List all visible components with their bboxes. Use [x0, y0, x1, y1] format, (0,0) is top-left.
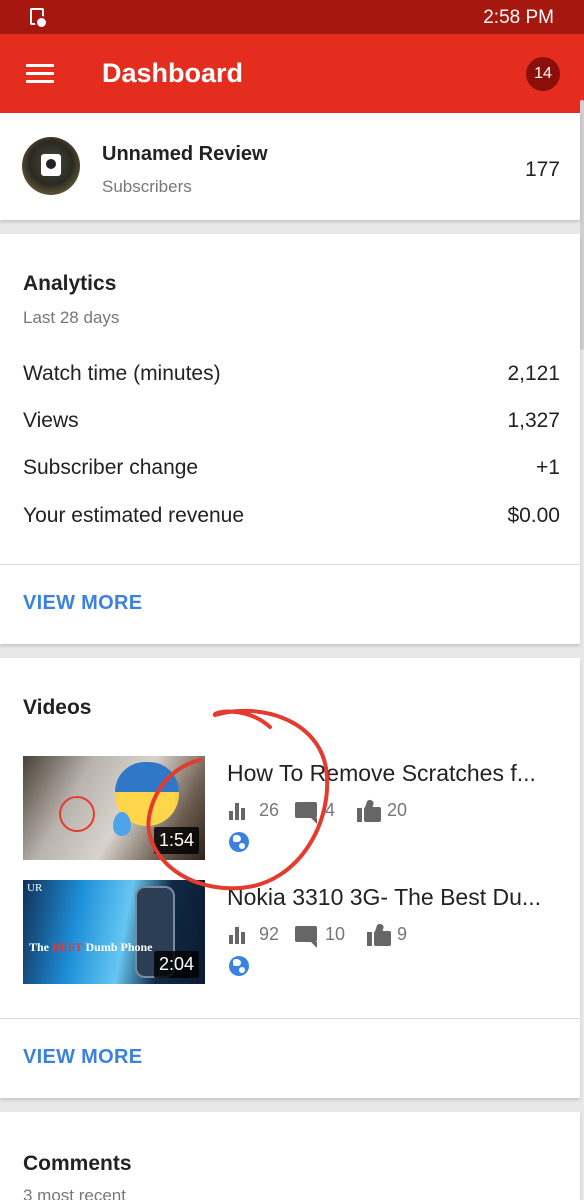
metric-label: Views — [23, 409, 79, 432]
metric-row-views: Views 1,327 — [23, 409, 560, 439]
analytics-period: Last 28 days — [23, 308, 120, 327]
videos-view-more-button[interactable]: VIEW MORE — [23, 1046, 142, 1069]
likes-count: 9 — [397, 924, 408, 944]
thumbnail-caption: The BEST Dumb Phone — [29, 940, 153, 954]
metric-value: 2,121 — [507, 362, 560, 385]
metric-value: +1 — [536, 456, 560, 479]
video-thumbnail[interactable]: UR The BEST Dumb Phone 2:04 — [23, 880, 205, 984]
comments-count: 10 — [325, 924, 346, 944]
app-bar: Dashboard 14 — [0, 34, 584, 113]
comments-card: Comments 3 most recent — [0, 1112, 580, 1200]
video-title[interactable]: Nokia 3310 3G- The Best Du... — [227, 884, 563, 911]
metric-value: 1,327 — [507, 409, 560, 432]
globe-icon — [229, 956, 249, 976]
comment-icon — [295, 926, 317, 948]
metric-row-watch-time: Watch time (minutes) 2,121 — [23, 362, 560, 392]
subscribers-label: Subscribers — [102, 177, 192, 196]
hamburger-menu-icon[interactable] — [26, 64, 54, 84]
status-bar: 2:58 PM — [0, 0, 584, 34]
scrollbar[interactable] — [580, 100, 584, 350]
thumbs-up-icon — [357, 799, 381, 822]
analytics-view-more-button[interactable]: VIEW MORE — [23, 592, 142, 615]
channel-name: Unnamed Review — [102, 143, 268, 165]
metric-row-revenue: Your estimated revenue $0.00 — [23, 504, 560, 534]
comments-subtitle: 3 most recent — [23, 1186, 126, 1200]
divider — [0, 1018, 580, 1019]
video-item[interactable]: UR The BEST Dumb Phone 2:04 Nokia 3310 3… — [23, 880, 563, 984]
divider — [0, 564, 580, 565]
metric-label: Subscriber change — [23, 456, 199, 479]
analytics-card: Analytics Last 28 days Watch time (minut… — [0, 234, 580, 644]
metric-label: Watch time (minutes) — [23, 362, 221, 385]
bar-chart-icon — [229, 927, 249, 944]
scratch-highlight — [59, 796, 95, 832]
video-duration: 1:54 — [153, 827, 199, 854]
bar-chart-icon — [229, 803, 249, 820]
thumbs-up-icon — [367, 923, 391, 946]
globe-icon — [229, 832, 249, 852]
videos-card: Videos 1:54 How To Remove Scratches f...… — [0, 658, 580, 1098]
metric-value: $0.00 — [507, 504, 560, 527]
channel-card[interactable]: Unnamed Review Subscribers 177 — [0, 113, 580, 220]
metric-label: Your estimated revenue — [23, 504, 245, 527]
views-count: 92 — [259, 924, 280, 944]
metric-row-subscriber-change: Subscriber change +1 — [23, 456, 560, 486]
sim-card-icon — [30, 8, 48, 29]
comments-count: 4 — [325, 800, 336, 820]
channel-avatar — [22, 137, 80, 195]
video-thumbnail[interactable]: 1:54 — [23, 756, 205, 860]
views-count: 26 — [259, 800, 280, 820]
likes-count: 20 — [387, 800, 408, 820]
comment-icon — [295, 802, 317, 824]
video-title[interactable]: How To Remove Scratches f... — [227, 760, 563, 787]
notification-badge[interactable]: 14 — [526, 57, 560, 91]
subscriber-count: 177 — [524, 158, 560, 181]
channel-logo-mark: UR — [27, 882, 43, 894]
comments-title: Comments — [23, 1152, 132, 1175]
video-item[interactable]: 1:54 How To Remove Scratches f... 26 4 2… — [23, 756, 563, 860]
video-duration: 2:04 — [153, 951, 199, 978]
videos-title: Videos — [23, 696, 92, 719]
page-title: Dashboard — [102, 58, 244, 88]
status-time: 2:58 PM — [483, 7, 554, 28]
analytics-title: Analytics — [23, 272, 117, 295]
sweat-drop — [113, 812, 131, 836]
